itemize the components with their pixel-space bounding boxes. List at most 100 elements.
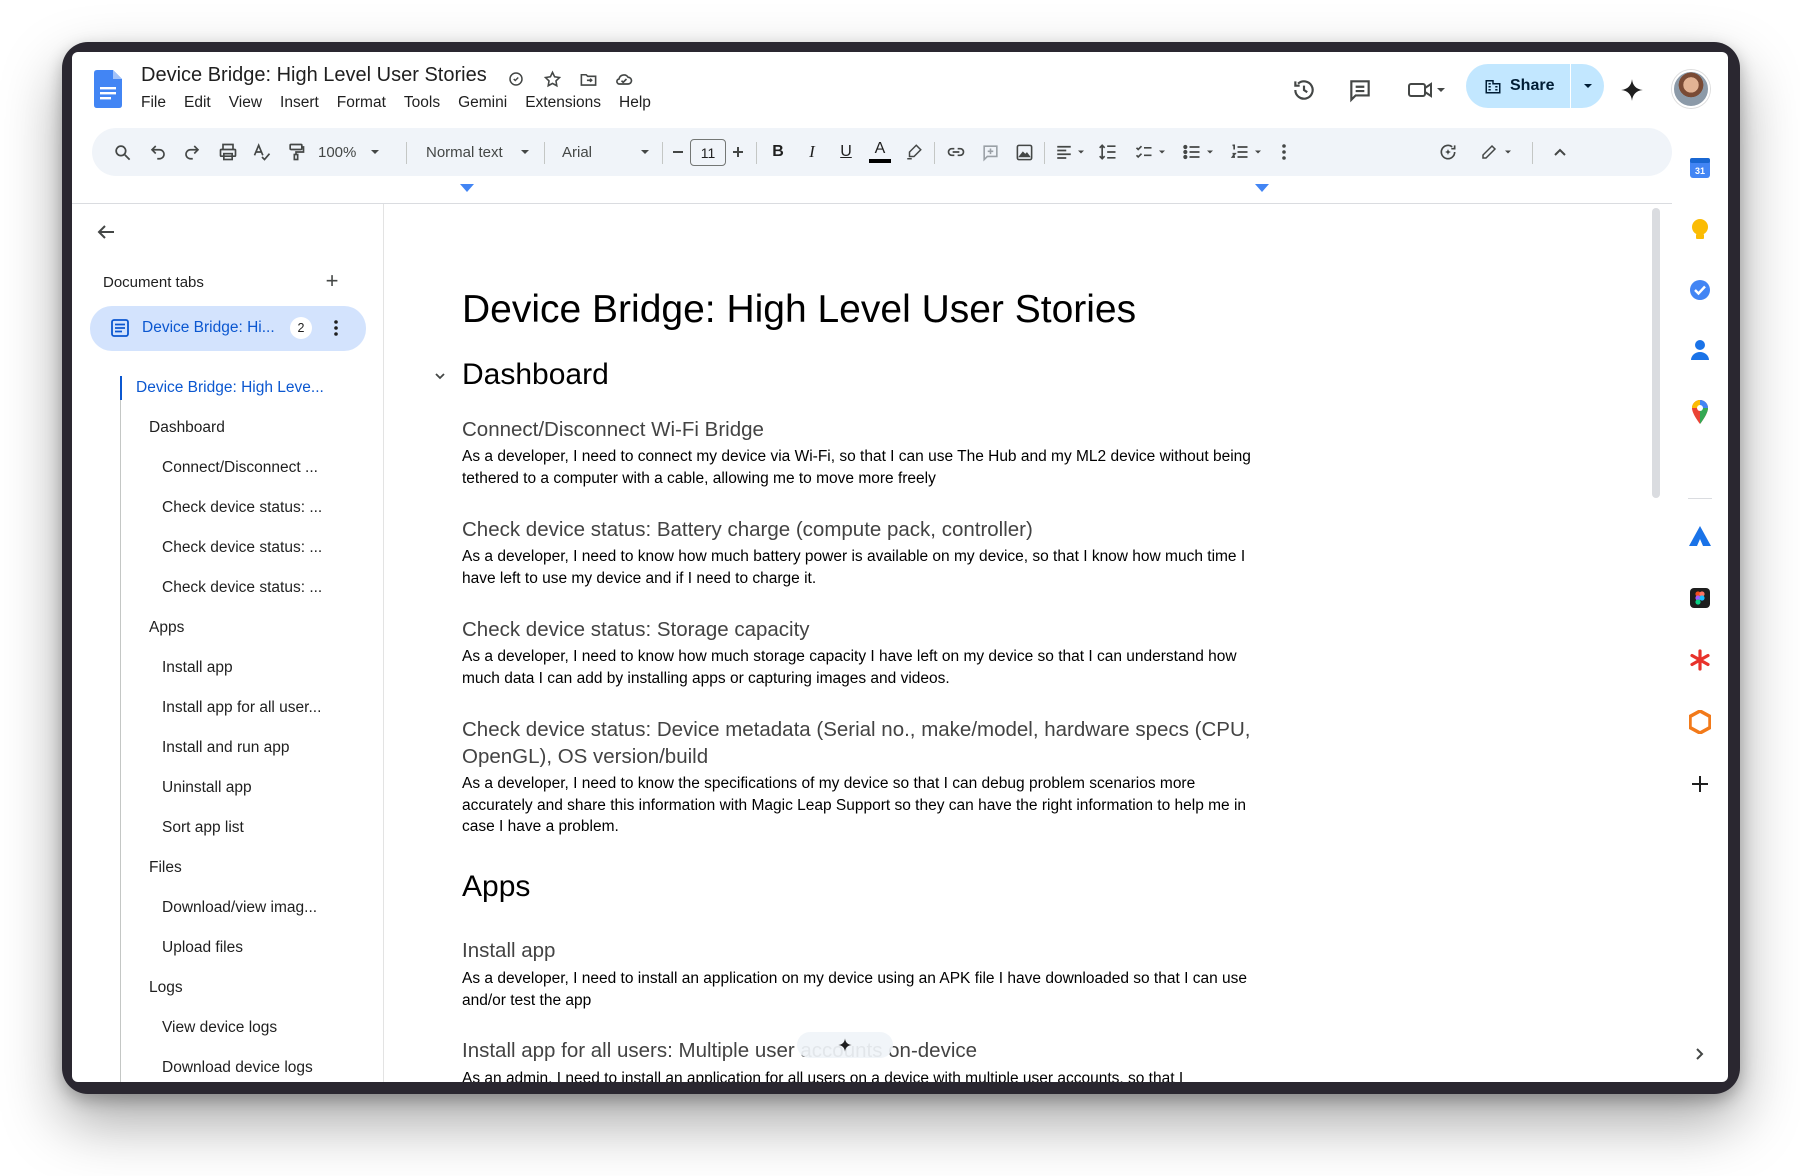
outline-item[interactable]: Check device status: ... — [162, 539, 322, 557]
outline-item[interactable]: Install and run app — [162, 739, 290, 757]
outline-item[interactable]: Dashboard — [149, 419, 225, 437]
label-icon[interactable] — [505, 68, 527, 90]
outline-item[interactable]: Uninstall app — [162, 779, 252, 797]
move-folder-icon[interactable] — [577, 68, 599, 90]
document-scrollbar[interactable] — [1652, 208, 1660, 498]
outline-item[interactable]: Files — [149, 859, 182, 877]
paint-format-icon[interactable] — [280, 128, 312, 176]
redo-icon[interactable] — [176, 128, 208, 176]
back-arrow-icon[interactable] — [94, 220, 118, 244]
more-options-icon[interactable] — [1272, 128, 1296, 176]
maps-icon[interactable] — [1688, 400, 1712, 424]
outline-item[interactable]: Install app for all user... — [162, 699, 321, 717]
outline-item[interactable]: Download device logs — [162, 1059, 313, 1077]
outline-item[interactable]: View device logs — [162, 1019, 277, 1037]
align-icon[interactable] — [1050, 128, 1090, 176]
comments-icon[interactable] — [1346, 76, 1374, 104]
editing-mode-icon[interactable] — [1472, 128, 1520, 176]
tab-item-active[interactable]: Device Bridge: Hi... 2 — [90, 306, 366, 351]
increase-font-icon[interactable] — [728, 128, 748, 176]
zoom-select[interactable]: 100% — [318, 128, 398, 176]
more-vert-icon[interactable] — [326, 318, 346, 338]
tasks-icon[interactable] — [1688, 278, 1712, 302]
menu-format[interactable]: Format — [337, 94, 386, 112]
checklist-icon[interactable] — [1128, 128, 1172, 176]
get-addons-icon[interactable] — [1688, 772, 1712, 796]
contacts-icon[interactable] — [1688, 338, 1712, 362]
outline-item[interactable]: Upload files — [162, 939, 243, 957]
side-panel-divider — [1688, 498, 1712, 499]
text-color-swatch — [869, 159, 891, 163]
chevron-down-icon — [371, 150, 380, 154]
share-dropdown-icon[interactable] — [1571, 64, 1604, 108]
add-comment-icon[interactable] — [974, 128, 1006, 176]
outline-item[interactable]: Check device status: ... — [162, 499, 322, 517]
gemini-sparkle-icon[interactable] — [1618, 76, 1646, 104]
toolbar-divider — [1044, 142, 1045, 164]
menu-help[interactable]: Help — [619, 94, 651, 112]
menu-edit[interactable]: Edit — [184, 94, 211, 112]
version-history-icon[interactable] — [1290, 76, 1318, 104]
gemini-floating-button[interactable] — [797, 1032, 893, 1058]
chevron-down-icon — [521, 150, 529, 154]
menu-view[interactable]: View — [229, 94, 262, 112]
undo-icon[interactable] — [142, 128, 174, 176]
outline-item[interactable]: Device Bridge: High Leve... — [136, 379, 324, 397]
outline-item[interactable]: Logs — [149, 979, 183, 997]
print-icon[interactable] — [212, 128, 244, 176]
toolbar-divider — [544, 142, 545, 164]
decrease-font-icon[interactable] — [668, 128, 688, 176]
outline-item[interactable]: Connect/Disconnect ... — [162, 459, 318, 477]
expand-panel-icon[interactable] — [1688, 1042, 1712, 1066]
add-tab-icon[interactable]: + — [321, 268, 343, 293]
cloud-saved-icon[interactable] — [613, 68, 635, 90]
meet-icon[interactable] — [1402, 76, 1452, 104]
outline-item[interactable]: Check device status: ... — [162, 579, 322, 597]
menu-file[interactable]: File — [141, 94, 166, 112]
text-color-button[interactable]: A — [864, 128, 896, 176]
asterisk-addon-icon[interactable] — [1688, 648, 1712, 672]
calendar-icon[interactable]: 31 — [1688, 156, 1712, 180]
menu-gemini[interactable]: Gemini — [458, 94, 507, 112]
numbered-list-icon[interactable] — [1224, 128, 1268, 176]
figma-icon[interactable] — [1688, 586, 1712, 610]
menu-extensions[interactable]: Extensions — [525, 94, 601, 112]
docs-logo-icon[interactable] — [94, 70, 122, 108]
search-menus-icon[interactable] — [106, 128, 138, 176]
account-avatar[interactable] — [1672, 70, 1710, 108]
right-indent-marker[interactable] — [1255, 184, 1269, 192]
font-select[interactable]: Arial — [558, 128, 654, 176]
app-window: Device Bridge: High Level User Stories F… — [72, 52, 1728, 1082]
font-size-input[interactable]: 11 — [690, 139, 726, 166]
outline-item[interactable]: Install app — [162, 659, 233, 677]
keep-icon[interactable] — [1688, 218, 1712, 242]
section-paragraph: As a developer, I need to connect my dev… — [462, 448, 1251, 487]
star-icon[interactable] — [541, 68, 563, 90]
insert-link-icon[interactable] — [940, 128, 972, 176]
chevron-down-icon — [641, 150, 649, 154]
collapse-heading-icon[interactable] — [432, 368, 448, 384]
hexagon-addon-icon[interactable] — [1688, 710, 1712, 734]
highlight-icon[interactable] — [898, 128, 930, 176]
underline-button[interactable]: U — [830, 128, 862, 176]
bold-button[interactable]: B — [762, 128, 794, 176]
document-canvas[interactable]: Device Bridge: High Level User Stories D… — [384, 204, 1672, 1082]
line-spacing-icon[interactable] — [1092, 128, 1124, 176]
bulleted-list-icon[interactable] — [1176, 128, 1220, 176]
insert-image-icon[interactable] — [1008, 128, 1040, 176]
spellcheck-icon[interactable] — [246, 128, 278, 176]
outline-item[interactable]: Sort app list — [162, 819, 244, 837]
collapse-menus-icon[interactable] — [1544, 128, 1576, 176]
italic-button[interactable]: I — [796, 128, 828, 176]
refresh-gemini-icon[interactable] — [1432, 128, 1464, 176]
share-button[interactable]: Share — [1466, 64, 1570, 108]
addon-a-icon[interactable] — [1688, 524, 1712, 548]
outline-item[interactable]: Download/view imag... — [162, 899, 317, 917]
menu-insert[interactable]: Insert — [280, 94, 319, 112]
document-title[interactable]: Device Bridge: High Level User Stories — [141, 64, 487, 87]
style-select[interactable]: Normal text — [422, 128, 534, 176]
left-indent-marker[interactable] — [460, 184, 474, 192]
outline-item[interactable]: Apps — [149, 619, 184, 637]
menu-tools[interactable]: Tools — [404, 94, 440, 112]
ruler[interactable] — [72, 176, 1672, 204]
